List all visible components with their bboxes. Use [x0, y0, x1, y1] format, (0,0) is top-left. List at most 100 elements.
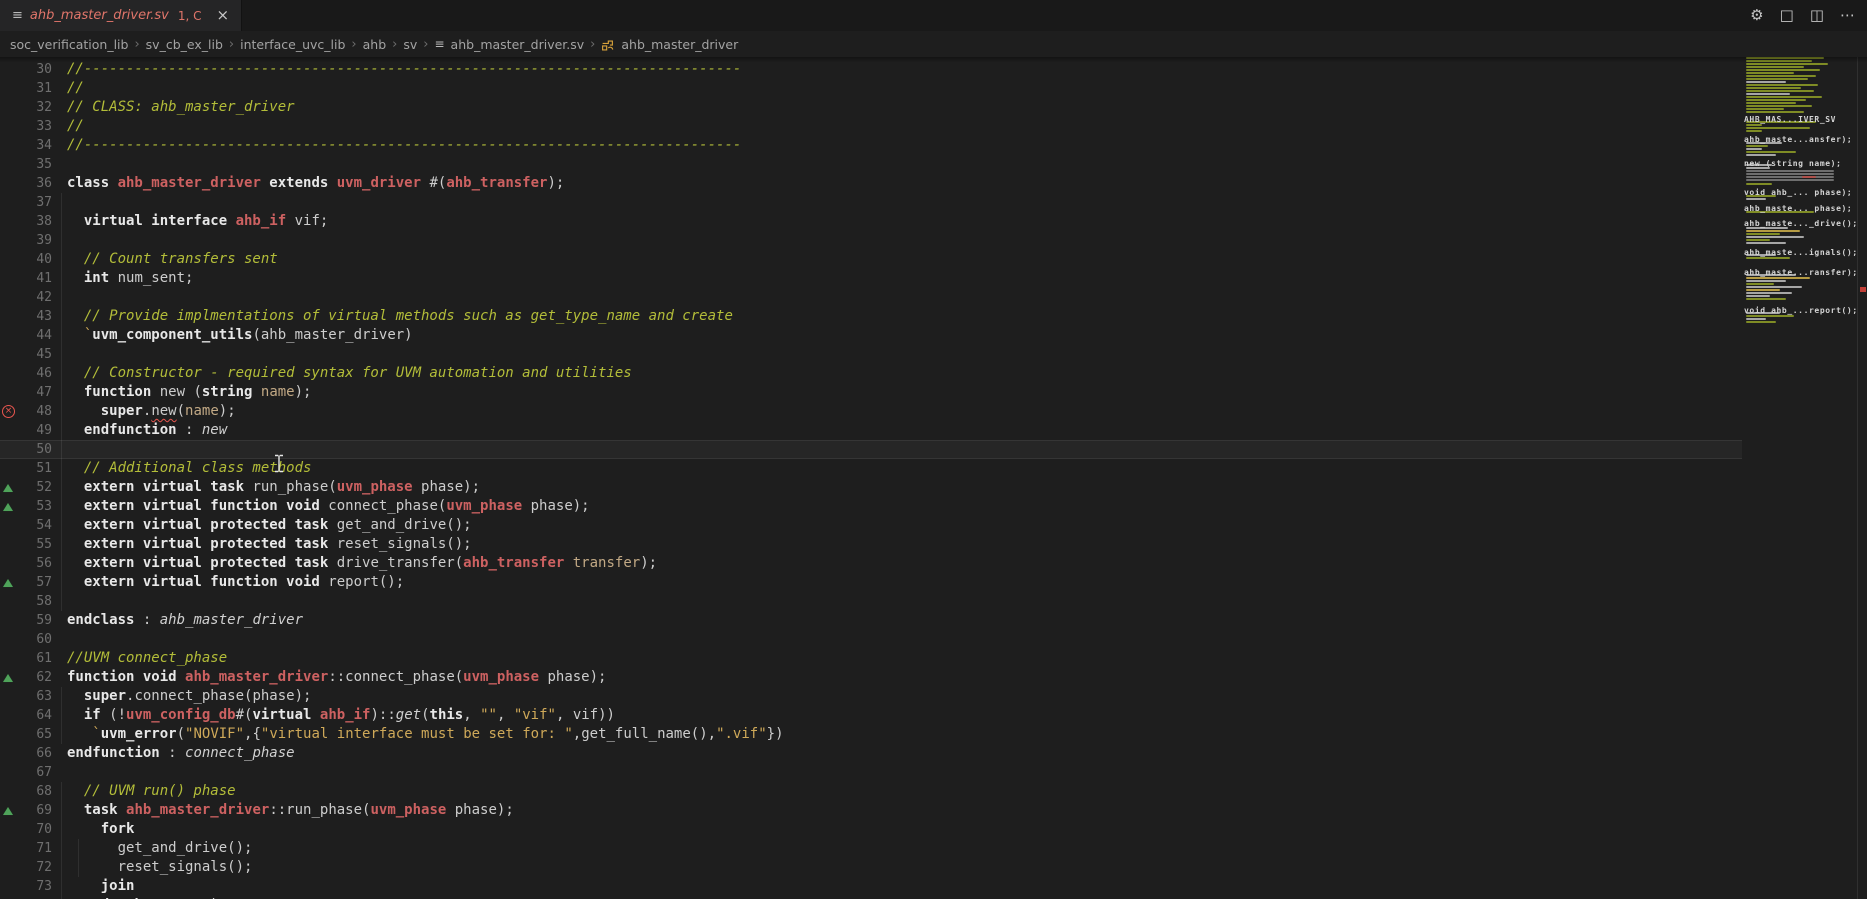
- code-line[interactable]: 30//------------------------------------…: [0, 60, 1742, 79]
- code-line[interactable]: 60: [0, 630, 1742, 649]
- code-line[interactable]: 71 get_and_drive();: [0, 839, 1742, 858]
- line-number[interactable]: 60: [18, 630, 52, 649]
- line-number[interactable]: 54: [18, 516, 52, 535]
- line-number[interactable]: 63: [18, 687, 52, 706]
- line-number[interactable]: 50: [18, 440, 52, 459]
- gutter-margin[interactable]: [0, 250, 18, 269]
- line-number[interactable]: 64: [18, 706, 52, 725]
- line-number[interactable]: 40: [18, 250, 52, 269]
- code-line[interactable]: 43 // Provide implmentations of virtual …: [0, 307, 1742, 326]
- line-number[interactable]: 41: [18, 269, 52, 288]
- line-number[interactable]: 71: [18, 839, 52, 858]
- line-number[interactable]: 52: [18, 478, 52, 497]
- close-tab-icon[interactable]: ×: [217, 8, 230, 23]
- code-line[interactable]: 49 endfunction : new: [0, 421, 1742, 440]
- gutter-margin[interactable]: [0, 687, 18, 706]
- line-number[interactable]: 66: [18, 744, 52, 763]
- line-number[interactable]: 49: [18, 421, 52, 440]
- gutter-margin[interactable]: [0, 649, 18, 668]
- code-line[interactable]: 68 // UVM run() phase: [0, 782, 1742, 801]
- code-line[interactable]: 62function void ahb_master_driver::conne…: [0, 668, 1742, 687]
- gutter-margin[interactable]: [0, 269, 18, 288]
- breadcrumb-item[interactable]: sv: [403, 37, 417, 52]
- code-line[interactable]: 50: [0, 440, 1742, 459]
- line-number[interactable]: 39: [18, 231, 52, 250]
- line-number[interactable]: 36: [18, 174, 52, 193]
- line-number[interactable]: 46: [18, 364, 52, 383]
- code-line[interactable]: 55 extern virtual protected task reset_s…: [0, 535, 1742, 554]
- gutter-margin[interactable]: [0, 421, 18, 440]
- line-number[interactable]: 57: [18, 573, 52, 592]
- code-line[interactable]: 37: [0, 193, 1742, 212]
- overview-ruler[interactable]: [1857, 57, 1867, 899]
- line-number[interactable]: 30: [18, 60, 52, 79]
- line-number[interactable]: 55: [18, 535, 52, 554]
- code-line[interactable]: 72 reset_signals();: [0, 858, 1742, 877]
- code-line[interactable]: 35: [0, 155, 1742, 174]
- settings-gear-icon[interactable]: ⚙: [1750, 8, 1763, 23]
- tab-ahb-master-driver[interactable]: ≡ ahb_master_driver.sv 1, C ×: [0, 0, 242, 31]
- line-number[interactable]: 58: [18, 592, 52, 611]
- code-line[interactable]: ×48 super.new(name);: [0, 402, 1742, 421]
- code-line[interactable]: 66endfunction : connect_phase: [0, 744, 1742, 763]
- line-number[interactable]: 31: [18, 79, 52, 98]
- line-number[interactable]: 34: [18, 136, 52, 155]
- line-number[interactable]: 44: [18, 326, 52, 345]
- code-line[interactable]: 40 // Count transfers sent: [0, 250, 1742, 269]
- gutter-margin[interactable]: [0, 364, 18, 383]
- gutter-margin[interactable]: [0, 98, 18, 117]
- code-line[interactable]: 41 int num_sent;: [0, 269, 1742, 288]
- gutter-margin[interactable]: [0, 117, 18, 136]
- breadcrumb-item[interactable]: interface_uvc_lib: [240, 37, 345, 52]
- gutter-margin[interactable]: [0, 307, 18, 326]
- line-number[interactable]: 33: [18, 117, 52, 136]
- code-line[interactable]: 51 // Additional class methods: [0, 459, 1742, 478]
- code-line[interactable]: 54 extern virtual protected task get_and…: [0, 516, 1742, 535]
- gutter-margin[interactable]: [0, 858, 18, 877]
- gutter-margin[interactable]: [0, 79, 18, 98]
- gutter-margin[interactable]: [0, 611, 18, 630]
- override-gutter-icon[interactable]: [0, 573, 18, 592]
- breadcrumb-item[interactable]: ahb: [363, 37, 387, 52]
- code-line[interactable]: 47 function new (string name);: [0, 383, 1742, 402]
- line-number[interactable]: 38: [18, 212, 52, 231]
- gutter-margin[interactable]: [0, 155, 18, 174]
- line-number[interactable]: 47: [18, 383, 52, 402]
- code-line[interactable]: 53 extern virtual function void connect_…: [0, 497, 1742, 516]
- gutter-margin[interactable]: [0, 288, 18, 307]
- gutter-margin[interactable]: [0, 725, 18, 744]
- breadcrumb-item-file[interactable]: ahb_master_driver.sv: [451, 37, 585, 52]
- code-line[interactable]: 46 // Constructor - required syntax for …: [0, 364, 1742, 383]
- line-number[interactable]: 56: [18, 554, 52, 573]
- gutter-margin[interactable]: [0, 839, 18, 858]
- code-line[interactable]: 67: [0, 763, 1742, 782]
- code-line[interactable]: 31//: [0, 79, 1742, 98]
- override-gutter-icon[interactable]: [0, 668, 18, 687]
- gutter-margin[interactable]: [0, 820, 18, 839]
- code-line[interactable]: 73 join: [0, 877, 1742, 896]
- editor-pane[interactable]: 30//------------------------------------…: [0, 57, 1867, 899]
- override-gutter-icon[interactable]: [0, 497, 18, 516]
- line-number[interactable]: 70: [18, 820, 52, 839]
- gutter-margin[interactable]: [0, 383, 18, 402]
- line-number[interactable]: 68: [18, 782, 52, 801]
- code-line[interactable]: 57 extern virtual function void report()…: [0, 573, 1742, 592]
- line-number[interactable]: 67: [18, 763, 52, 782]
- line-number[interactable]: 59: [18, 611, 52, 630]
- code-line[interactable]: 44 `uvm_component_utils(ahb_master_drive…: [0, 326, 1742, 345]
- override-gutter-icon[interactable]: [0, 801, 18, 820]
- code-line[interactable]: 64 if (!uvm_config_db#(virtual ahb_if)::…: [0, 706, 1742, 725]
- gutter-margin[interactable]: [0, 535, 18, 554]
- more-actions-icon[interactable]: ⋯: [1840, 8, 1855, 23]
- code-line[interactable]: 61//UVM connect_phase: [0, 649, 1742, 668]
- code-line[interactable]: 42: [0, 288, 1742, 307]
- gutter-margin[interactable]: [0, 554, 18, 573]
- breadcrumb-item[interactable]: soc_verification_lib: [10, 37, 128, 52]
- line-number[interactable]: 61: [18, 649, 52, 668]
- gutter-margin[interactable]: [0, 459, 18, 478]
- gutter-margin[interactable]: [0, 193, 18, 212]
- gutter-margin[interactable]: [0, 136, 18, 155]
- code-line[interactable]: 56 extern virtual protected task drive_t…: [0, 554, 1742, 573]
- line-number[interactable]: 65: [18, 725, 52, 744]
- code-line[interactable]: 36class ahb_master_driver extends uvm_dr…: [0, 174, 1742, 193]
